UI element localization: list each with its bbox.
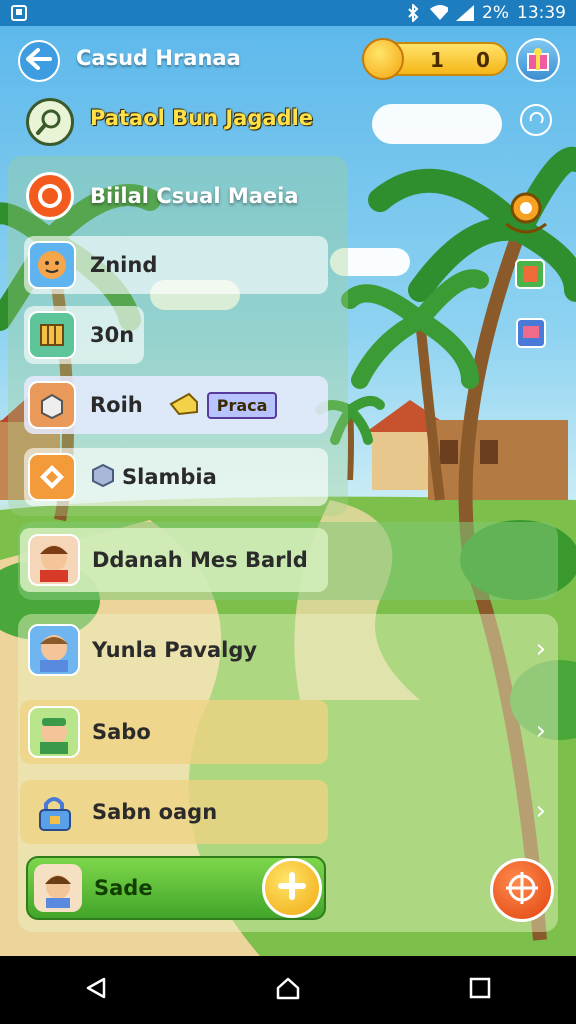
- face-icon: [28, 241, 76, 289]
- plus-icon: [277, 871, 307, 905]
- friend-name: Yunla Pavalgy: [92, 638, 258, 662]
- app-header: Casud Hranaa 1 0: [0, 26, 576, 96]
- card-icon[interactable]: [512, 256, 548, 292]
- home-icon: [275, 976, 301, 1004]
- chevron-right-icon[interactable]: ›: [536, 634, 546, 664]
- friend-name: Sabo: [92, 720, 151, 744]
- sun-badge-icon[interactable]: [500, 184, 552, 236]
- section-title: Biilal Csual Maeia: [90, 184, 299, 208]
- refresh-icon[interactable]: [520, 104, 552, 136]
- compass-button[interactable]: [490, 858, 554, 922]
- item-tag: Praca: [169, 390, 278, 420]
- gift-button[interactable]: [516, 38, 560, 82]
- box-icon: [28, 381, 76, 429]
- avatar: [28, 624, 80, 676]
- triangle-back-icon: [84, 976, 108, 1004]
- friend-name: Sabn oagn: [92, 800, 218, 824]
- screen-icon[interactable]: [514, 316, 548, 350]
- wifi-icon: [430, 4, 449, 22]
- square-icon: [469, 977, 491, 1003]
- location-row: Pataol Bun Jagadle: [0, 96, 576, 154]
- diamond-icon: [28, 453, 76, 501]
- back-button[interactable]: [18, 40, 60, 82]
- friend-row[interactable]: Sabo: [20, 700, 328, 764]
- sade-button-label: Sade: [94, 876, 153, 900]
- menu-item-label: Roih: [90, 393, 143, 417]
- avatar: [34, 864, 82, 912]
- menu-item-label: Znind: [90, 253, 158, 277]
- menu-item-slambia[interactable]: Slambia: [24, 448, 328, 506]
- coin-value-left: 1: [430, 48, 444, 72]
- arrow-left-icon: [26, 48, 52, 74]
- menu-item-label: 30n: [90, 323, 135, 347]
- add-button[interactable]: [262, 858, 322, 918]
- friend-highlight-row[interactable]: Ddanah Mes Barld: [20, 528, 328, 592]
- nav-recents-button[interactable]: [460, 970, 500, 1010]
- notification-icon: [10, 4, 28, 22]
- search-icon[interactable]: [26, 98, 74, 146]
- menu-item-30n[interactable]: 30n: [24, 306, 144, 364]
- app-title: Casud Hranaa: [76, 46, 241, 70]
- friend-highlight-name: Ddanah Mes Barld: [92, 548, 308, 572]
- location-title: Pataol Bun Jagadle: [90, 106, 314, 130]
- bluetooth-icon: [404, 4, 422, 22]
- navigation-bar: [0, 956, 576, 1024]
- nav-home-button[interactable]: [268, 970, 308, 1010]
- menu-item-roih[interactable]: Roih Praca: [24, 376, 328, 434]
- signal-icon: [456, 4, 475, 22]
- coin-icon: [362, 38, 404, 80]
- avatar: [28, 534, 80, 586]
- friend-row[interactable]: Sabn oagn: [20, 780, 328, 844]
- friend-row[interactable]: Yunla Pavalgy: [20, 618, 328, 682]
- target-icon: [26, 172, 74, 220]
- chevron-right-icon[interactable]: ›: [536, 716, 546, 746]
- nav-back-button[interactable]: [76, 970, 116, 1010]
- cheese-icon: [169, 390, 199, 420]
- section-header: Biilal Csual Maeia: [26, 170, 299, 222]
- chevron-right-icon[interactable]: ›: [536, 796, 546, 826]
- gift-icon: [524, 44, 552, 76]
- item-tag-label: Praca: [206, 391, 278, 419]
- cube-icon: [90, 462, 116, 492]
- avatar: [28, 706, 80, 758]
- coin-value-right: 0: [476, 48, 490, 72]
- menu-item-znind[interactable]: Znind: [24, 236, 328, 294]
- status-time: 13:39: [517, 3, 566, 23]
- coin-counter[interactable]: 1 0: [362, 38, 508, 80]
- compass-icon: [504, 870, 540, 910]
- status-bar: 2% 13:39: [0, 0, 576, 26]
- lock-icon: [28, 786, 80, 838]
- battery-text: 2%: [482, 3, 509, 23]
- menu-item-label: Slambia: [122, 465, 217, 489]
- book-icon: [28, 311, 76, 359]
